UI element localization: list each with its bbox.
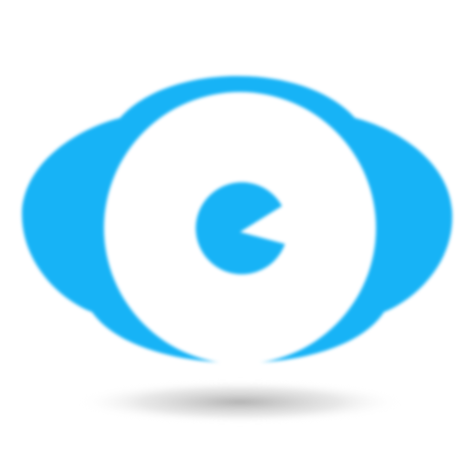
app-logo-canvas bbox=[0, 0, 475, 467]
eye-logo-icon bbox=[21, 76, 453, 424]
logo-shadow bbox=[75, 380, 405, 424]
